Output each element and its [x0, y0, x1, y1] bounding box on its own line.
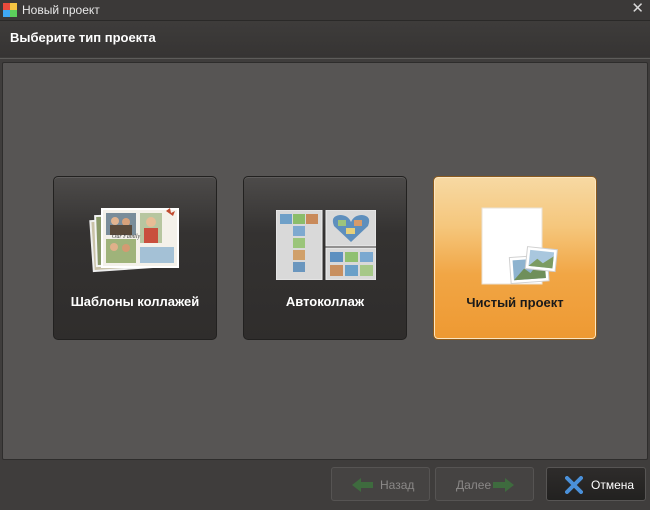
next-button[interactable]: Далее [435, 467, 534, 501]
cancel-button-label: Отмена [591, 478, 635, 492]
dialog-header: Выберите тип проекта [0, 21, 650, 57]
collage-preview-caption: Our Family [112, 234, 141, 240]
window-title: Новый проект [22, 3, 100, 17]
collage-templates-label: Шаблоны коллажей [70, 294, 200, 309]
blank-project-card[interactable]: Чистый проект [433, 176, 597, 340]
back-button-label: Назад [380, 478, 415, 492]
header-divider [0, 57, 650, 59]
collage-templates-card[interactable]: Our Family Шаблоны коллажей [53, 176, 217, 340]
auto-collage-icon [276, 210, 376, 280]
app-logo-icon [3, 3, 17, 17]
title-bar: Новый проект ✕ [0, 0, 650, 21]
close-icon[interactable]: ✕ [631, 1, 644, 17]
next-button-label: Далее [456, 478, 492, 492]
arrow-right-icon [493, 478, 514, 492]
back-button[interactable]: Назад [331, 467, 430, 501]
cancel-x-icon [565, 476, 583, 494]
blank-project-icon [481, 207, 558, 285]
cancel-button[interactable]: Отмена [546, 467, 646, 501]
page-title: Выберите тип проекта [10, 30, 156, 45]
blank-project-label: Чистый проект [466, 295, 564, 310]
auto-collage-card[interactable]: Автоколлаж [243, 176, 407, 340]
collage-templates-icon: Our Family [89, 208, 179, 273]
arrow-left-icon [352, 478, 373, 492]
auto-collage-label: Автоколлаж [285, 294, 365, 309]
project-type-panel: Our Family Шаблоны коллажей Автоколлаж Ч… [2, 62, 648, 460]
